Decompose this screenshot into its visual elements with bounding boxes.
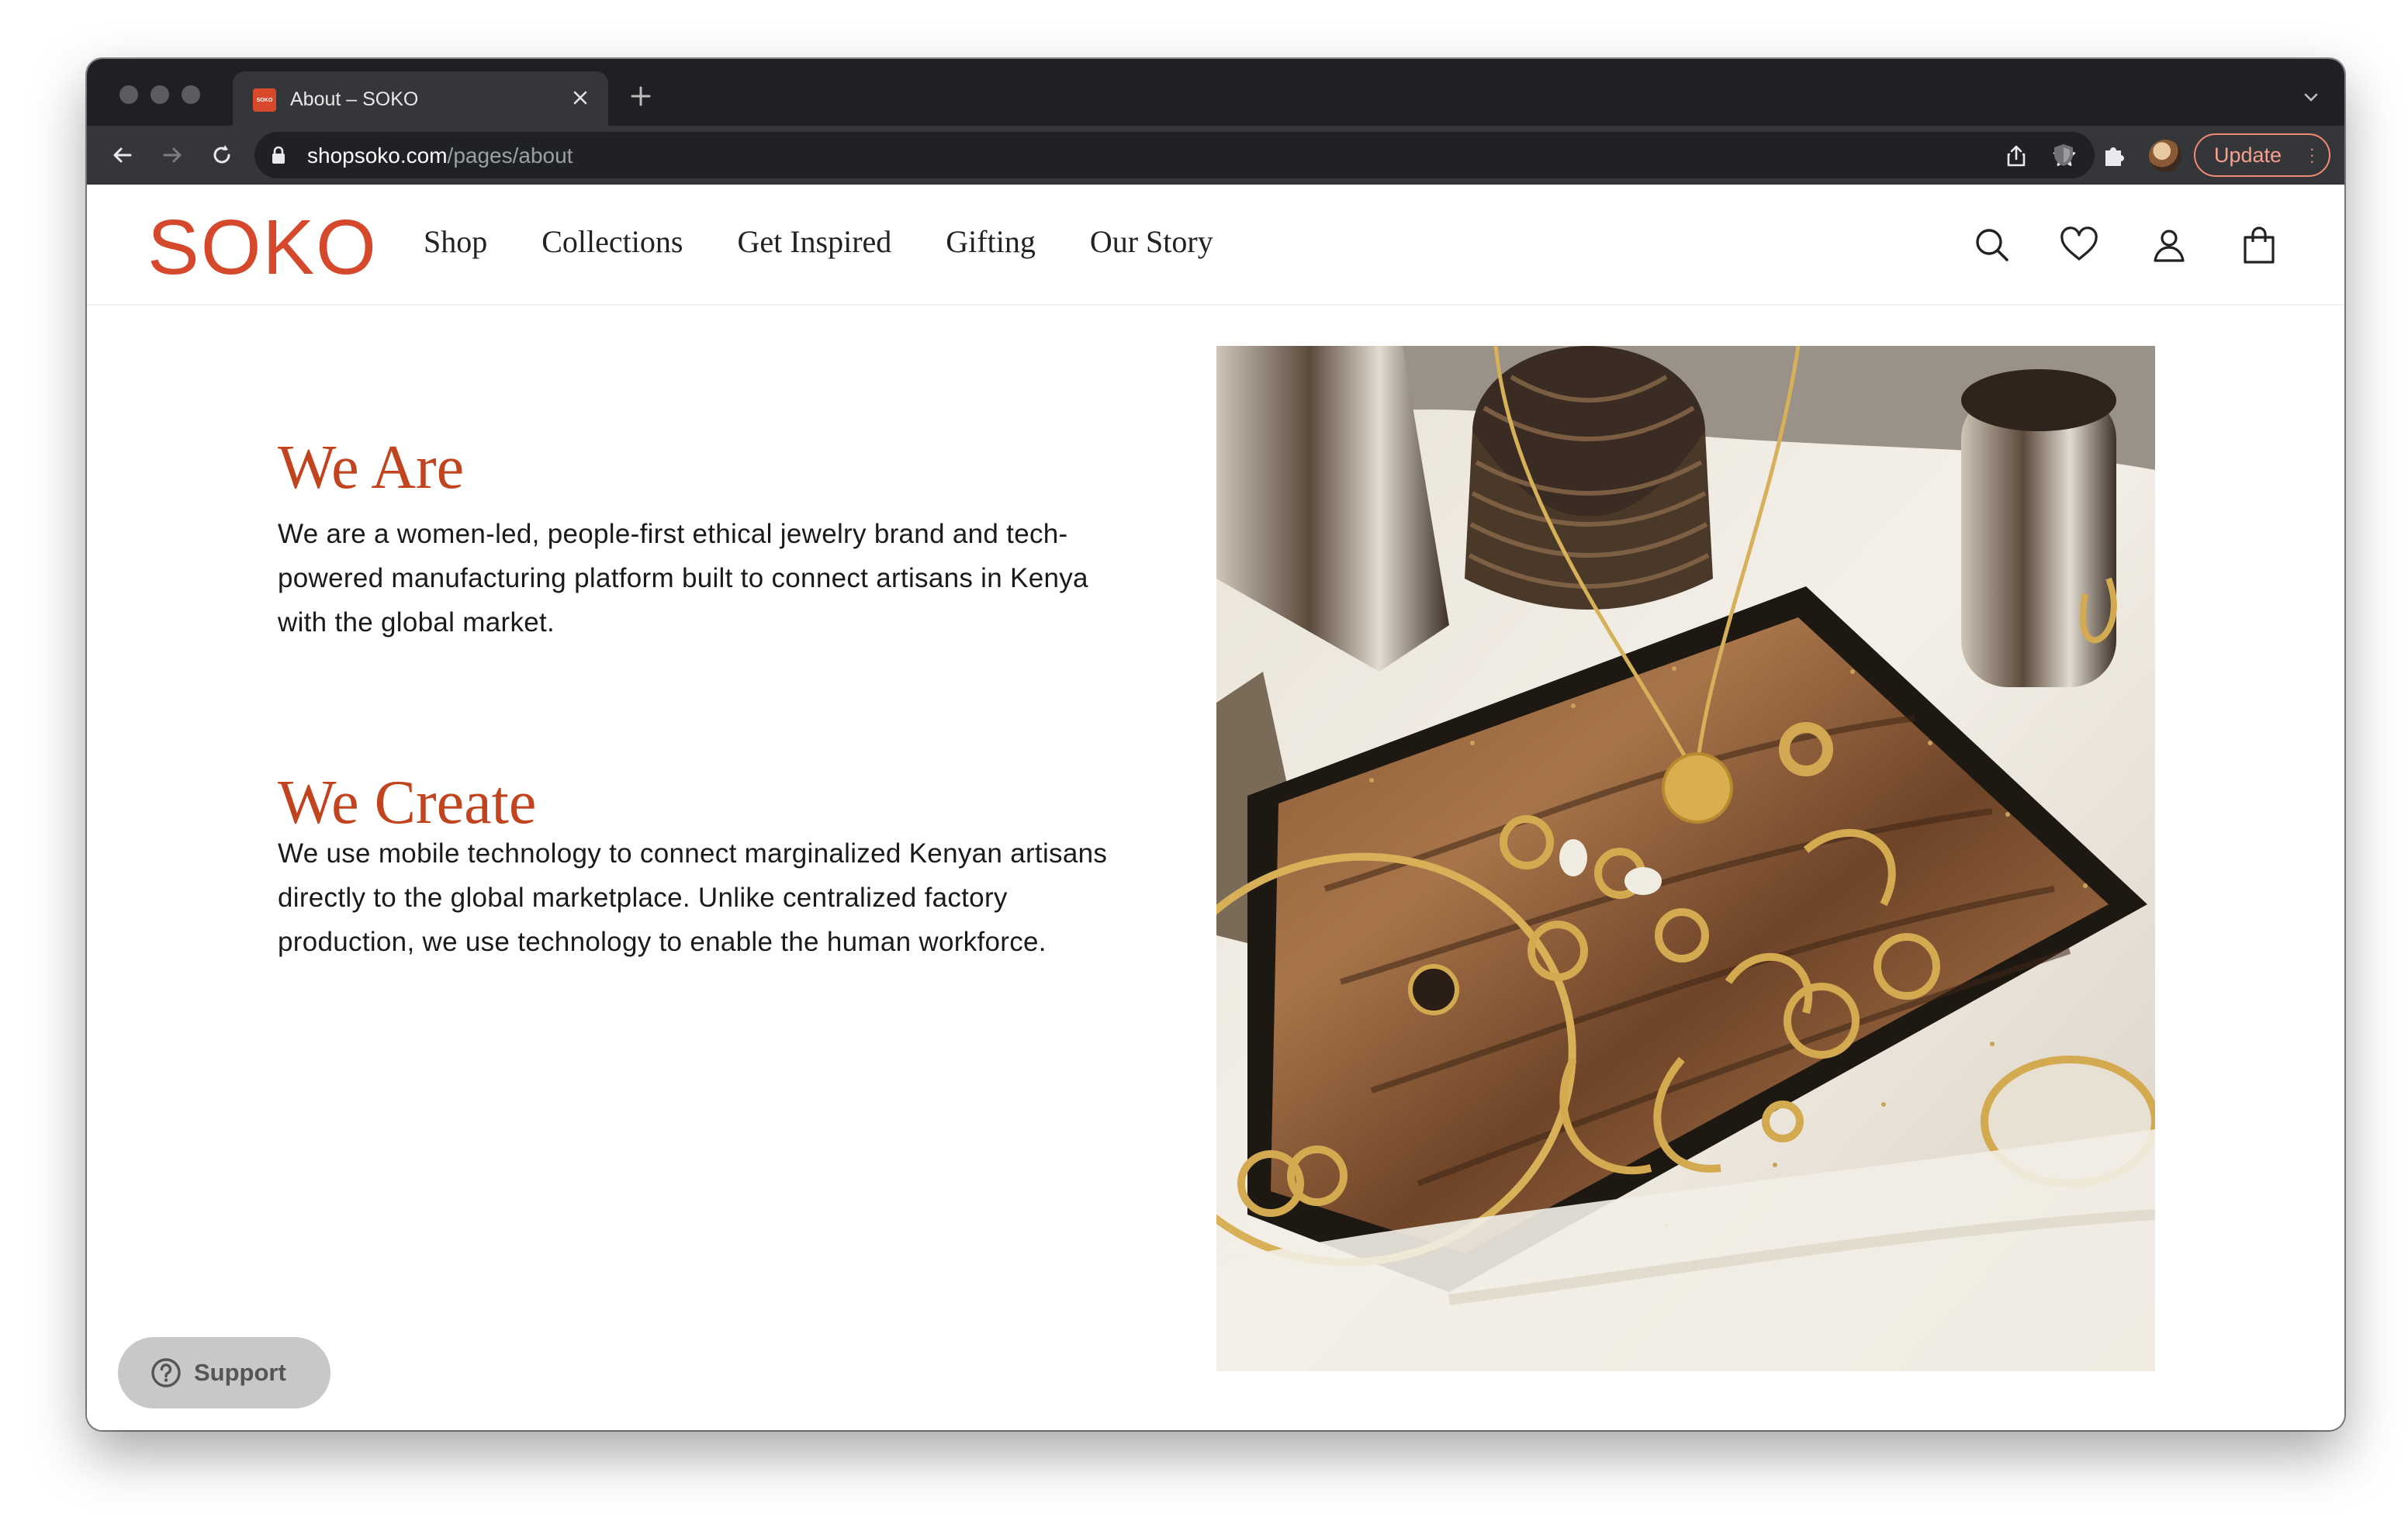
search-icon[interactable] [1970,223,2014,267]
lock-icon[interactable] [270,146,287,164]
soko-logo[interactable]: SOKO [147,203,378,292]
support-button-label: Support [194,1359,286,1386]
tab-search-chevron-icon[interactable] [2299,85,2323,109]
nav-item-get-inspired[interactable]: Get Inspired [737,223,891,260]
browser-window: SOKO About – SOKO shopsoko.com/pages/abo… [87,59,2344,1430]
url-text: shopsoko.com/pages/about [307,143,573,168]
shopping-bag-icon[interactable] [2237,223,2281,267]
update-button[interactable]: Update · · · [2194,133,2330,177]
hero-jewelry-image [1216,346,2155,1371]
minimize-window-button[interactable] [150,85,169,104]
section-body-we-create: We use mobile technology to connect marg… [278,838,1108,957]
section-title-we-are: We Are [278,434,465,502]
more-menu-icon[interactable]: · · · [2309,140,2315,170]
maximize-window-button[interactable] [182,85,200,104]
browser-tab-active[interactable]: SOKO About – SOKO [233,71,608,126]
account-user-icon[interactable] [2147,223,2191,267]
shield-extension-icon[interactable] [2050,141,2078,169]
wishlist-heart-icon[interactable] [2057,223,2101,267]
nav-item-shop[interactable]: Shop [424,223,487,260]
update-button-label: Update [2214,143,2282,167]
site-header: SOKO Shop Collections Get Inspired Gifti… [87,185,2344,306]
main-nav: Shop Collections Get Inspired Gifting Ou… [424,223,1268,260]
tab-title: About – SOKO [290,88,419,110]
section-body-we-are: We are a women-led, people-first ethical… [278,519,1088,638]
support-button[interactable]: Support [118,1337,330,1408]
profile-avatar[interactable] [2149,140,2181,172]
address-bar[interactable]: shopsoko.com/pages/about [254,132,2095,178]
url-path: /pages/about [447,143,573,168]
section-title-we-create: We Create [278,769,537,837]
jewelry-tray-photo [1216,346,2155,1371]
reload-icon[interactable] [206,140,237,171]
browser-titlebar: SOKO About – SOKO [87,59,2344,126]
url-host: shopsoko.com [307,143,448,168]
web-page: SOKO Shop Collections Get Inspired Gifti… [87,185,2344,1430]
nav-item-gifting[interactable]: Gifting [946,223,1036,260]
share-icon[interactable] [2003,143,2029,169]
close-window-button[interactable] [119,85,138,104]
help-question-icon [151,1358,181,1388]
extensions-puzzle-icon[interactable] [2099,141,2127,169]
tab-favicon-icon: SOKO [253,88,276,112]
back-arrow-icon[interactable] [107,140,138,171]
close-tab-icon[interactable] [566,84,594,112]
browser-toolbar: shopsoko.com/pages/about Update · · · [87,126,2344,185]
new-tab-icon[interactable] [627,82,655,110]
nav-item-collections[interactable]: Collections [541,223,683,260]
forward-arrow-icon[interactable] [157,140,188,171]
nav-item-our-story[interactable]: Our Story [1090,223,1213,260]
